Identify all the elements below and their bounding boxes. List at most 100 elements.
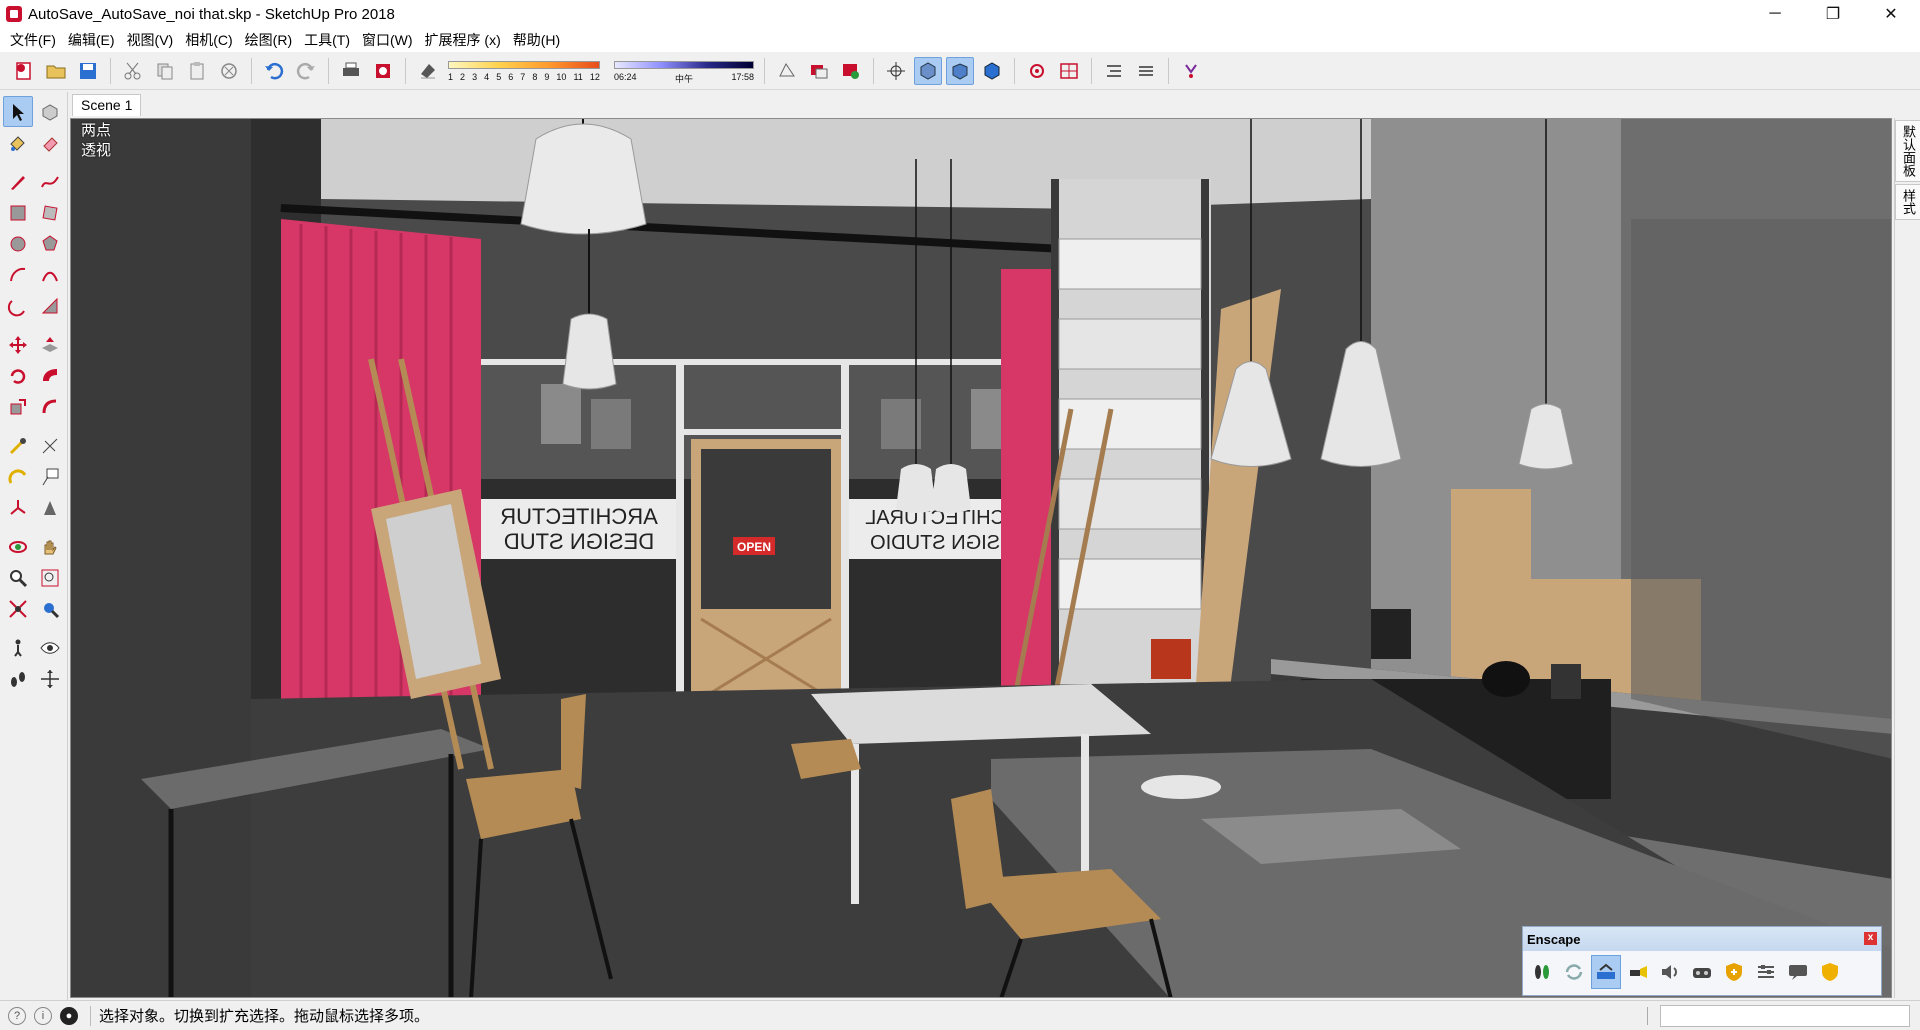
user-account-icon[interactable]: ● <box>60 1006 78 1025</box>
line-tool-button[interactable] <box>3 166 33 197</box>
two-point-arc-button[interactable] <box>35 259 65 290</box>
zoom-window-button[interactable] <box>35 562 65 593</box>
zoom-extents-button[interactable] <box>3 593 33 624</box>
enscape-sound-button[interactable] <box>1655 955 1685 989</box>
new-file-button[interactable] <box>10 57 38 85</box>
menu-extensions[interactable]: 扩展程序 (x) <box>419 28 507 52</box>
shadow-time-slider[interactable]: 06:24 中午 17:58 <box>614 57 754 85</box>
enscape-header[interactable]: Enscape x <box>1523 927 1881 951</box>
justify-lines-icon <box>1139 65 1153 76</box>
orbit-view-button[interactable] <box>882 57 910 85</box>
select-tool-button[interactable] <box>3 96 33 127</box>
rotated-rectangle-button[interactable] <box>35 197 65 228</box>
perspective-button[interactable] <box>914 56 942 85</box>
menu-view[interactable]: 视图(V) <box>121 28 180 52</box>
enscape-start-button[interactable] <box>1527 955 1557 989</box>
arc-tool-button[interactable] <box>3 259 33 290</box>
extension-warehouse-button[interactable] <box>837 57 865 85</box>
shadow-date-slider[interactable]: 1 2 3 4 5 6 7 8 9 10 11 12 <box>448 57 600 85</box>
warehouse-button[interactable] <box>773 57 801 85</box>
extension-arrow-icon <box>1185 63 1197 78</box>
shadows-toggle-button[interactable] <box>414 57 442 85</box>
menu-draw[interactable]: 绘图(R) <box>239 28 298 52</box>
dimension-tool-button[interactable] <box>35 430 65 461</box>
section-tool-button[interactable] <box>35 663 65 694</box>
enscape-light-button[interactable] <box>1623 955 1653 989</box>
rectangle-tool-button[interactable] <box>3 197 33 228</box>
maximize-button[interactable]: ❐ <box>1804 0 1862 28</box>
cut-button[interactable] <box>119 57 147 85</box>
previous-view-button[interactable] <box>35 593 65 624</box>
menu-tools[interactable]: 工具(T) <box>298 28 356 52</box>
extension-button[interactable] <box>1177 57 1205 85</box>
3d-text-button[interactable] <box>35 492 65 523</box>
iso-view-button[interactable] <box>978 57 1006 85</box>
align-left-button[interactable] <box>1100 57 1128 85</box>
shadow-time-bar[interactable] <box>614 60 754 69</box>
align-justify-button[interactable] <box>1132 57 1160 85</box>
walk-tool-button[interactable] <box>3 663 33 694</box>
undo-button[interactable] <box>260 57 288 85</box>
enscape-feedback-button[interactable] <box>1783 955 1813 989</box>
look-around-button[interactable] <box>35 632 65 663</box>
offset-tool-button[interactable] <box>35 391 65 422</box>
close-button[interactable]: ✕ <box>1862 0 1920 28</box>
default-tray-tab[interactable]: 默认面板 <box>1895 120 1920 182</box>
enscape-sync-button[interactable] <box>1559 955 1589 989</box>
paint-bucket-button[interactable] <box>3 127 33 158</box>
enscape-add-asset-button[interactable] <box>1719 955 1749 989</box>
paste-button[interactable] <box>183 57 211 85</box>
styles-tray-tab[interactable]: 样式 <box>1895 184 1920 220</box>
three-point-arc-button[interactable] <box>3 290 33 321</box>
geo-location-icon[interactable]: ? <box>8 1006 26 1025</box>
model-viewport[interactable]: ARCHITECTUR DESIGN STUD ARCHITECTURAL DE… <box>70 118 1892 998</box>
follow-me-button[interactable] <box>35 360 65 391</box>
status-bar: ? i ● 选择对象。切换到扩充选择。拖动鼠标选择多项。 <box>0 1000 1920 1030</box>
circle-tool-button[interactable] <box>3 228 33 259</box>
print-button[interactable] <box>337 57 365 85</box>
scene-tab-1[interactable]: Scene 1 <box>72 94 142 116</box>
enscape-vr-button[interactable] <box>1687 955 1717 989</box>
make-component-button[interactable] <box>35 96 65 127</box>
scale-tool-button[interactable] <box>3 391 33 422</box>
credits-icon[interactable]: i <box>34 1006 52 1025</box>
save-button[interactable] <box>74 57 102 85</box>
menu-file[interactable]: 文件(F) <box>4 28 62 52</box>
orbit-tool-button[interactable] <box>3 531 33 562</box>
model-info-button[interactable] <box>369 57 397 85</box>
section-plane-button[interactable] <box>1055 57 1083 85</box>
eraser-button[interactable] <box>35 127 65 158</box>
pie-tool-button[interactable] <box>35 290 65 321</box>
open-button[interactable] <box>42 57 70 85</box>
erase-selection-button[interactable] <box>215 57 243 85</box>
polygon-icon <box>42 234 58 250</box>
menu-edit[interactable]: 编辑(E) <box>62 28 121 52</box>
redo-button[interactable] <box>292 57 320 85</box>
text-tool-button[interactable] <box>35 461 65 492</box>
two-point-perspective-button[interactable] <box>946 56 974 85</box>
pan-tool-button[interactable] <box>35 531 65 562</box>
menu-window[interactable]: 窗口(W) <box>356 28 419 52</box>
menu-camera[interactable]: 相机(C) <box>179 28 238 52</box>
menu-help[interactable]: 帮助(H) <box>507 28 566 52</box>
freehand-tool-button[interactable] <box>35 166 65 197</box>
solar-north-button[interactable] <box>1023 57 1051 85</box>
minimize-button[interactable]: ─ <box>1746 0 1804 28</box>
zoom-tool-button[interactable] <box>3 562 33 593</box>
measurements-input[interactable] <box>1660 1005 1910 1027</box>
polygon-tool-button[interactable] <box>35 228 65 259</box>
tape-measure-button[interactable] <box>3 430 33 461</box>
enscape-license-button[interactable] <box>1815 955 1845 989</box>
enscape-settings-button[interactable] <box>1751 955 1781 989</box>
copy-button[interactable] <box>151 57 179 85</box>
axes-tool-button[interactable] <box>3 492 33 523</box>
share-model-button[interactable] <box>805 57 833 85</box>
rotate-tool-button[interactable] <box>3 360 33 391</box>
enscape-sync-views-button[interactable] <box>1591 955 1621 989</box>
push-pull-button[interactable] <box>35 329 65 360</box>
shadow-date-bar[interactable] <box>448 60 600 69</box>
enscape-close-button[interactable]: x <box>1864 932 1877 945</box>
move-tool-button[interactable] <box>3 329 33 360</box>
protractor-button[interactable] <box>3 461 33 492</box>
position-camera-button[interactable] <box>3 632 33 663</box>
